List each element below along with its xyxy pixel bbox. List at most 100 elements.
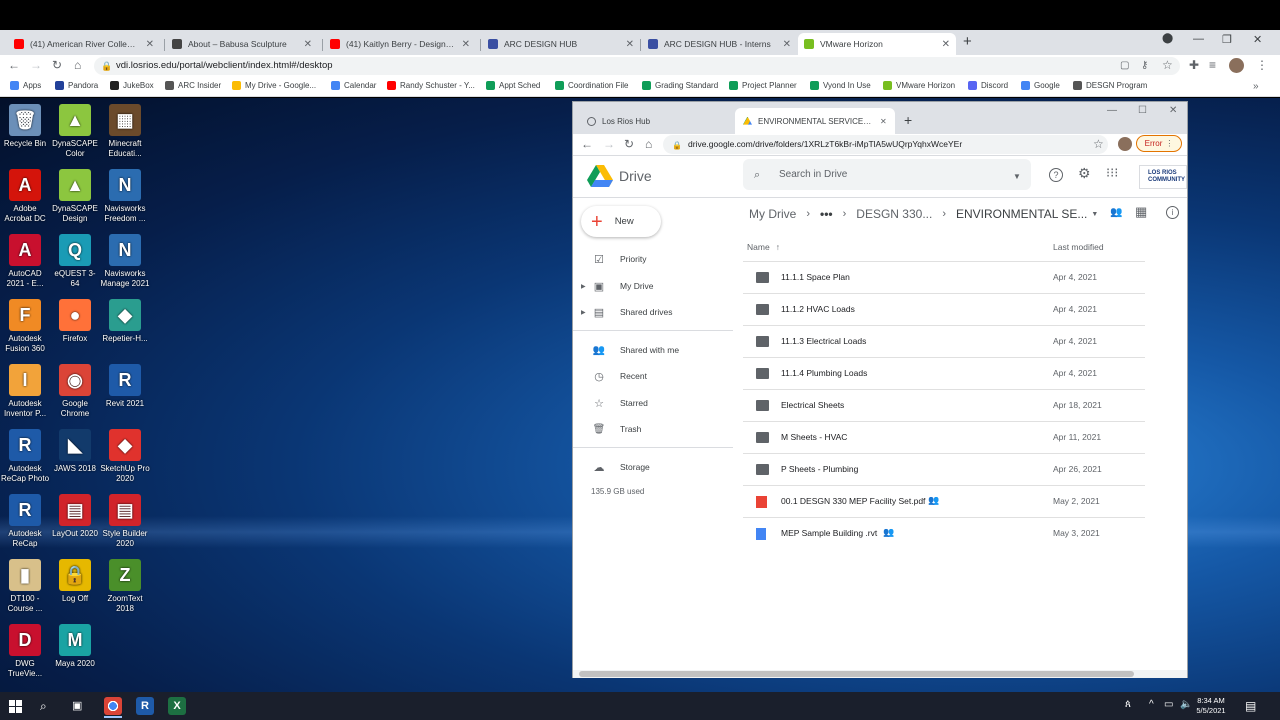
reload-icon[interactable]: ↻ (624, 138, 634, 150)
desktop-icon[interactable]: ▤ LayOut 2020 (50, 494, 100, 539)
tab-search-icon[interactable]: ⬤ (1162, 33, 1173, 44)
desktop-icon[interactable]: 🗑 Recycle Bin (0, 104, 50, 149)
desktop-icon[interactable]: R Autodesk ReCap Photo (0, 429, 50, 484)
desktop-icon[interactable]: N Navisworks Freedom ... (100, 169, 150, 224)
close-icon[interactable]: ✕ (783, 39, 791, 50)
expand-caret-icon[interactable]: ▶ (581, 309, 586, 316)
desktop-icon[interactable]: N Navisworks Manage 2021 (100, 234, 150, 289)
new-button[interactable]: + New (581, 206, 661, 237)
nav-storage[interactable]: ☁ Storage (573, 457, 733, 477)
settings-gear-icon[interactable]: ⚙ (1078, 166, 1091, 180)
desktop-icon[interactable]: ◉ Google Chrome (50, 364, 100, 419)
bookmark[interactable]: Calendar (331, 81, 376, 90)
bookmark[interactable]: Discord (968, 81, 1008, 90)
breadcrumb-current[interactable]: ENVIRONMENTAL SE... (956, 207, 1087, 221)
bookmark[interactable]: Vyond In Use (810, 81, 871, 90)
nav-my-drive[interactable]: ▶ ▣ My Drive (573, 276, 733, 296)
file-row[interactable]: P Sheets - Plumbing Apr 26, 2021 (743, 453, 1145, 485)
file-row[interactable]: 11.1.4 Plumbing Loads Apr 4, 2021 (743, 357, 1145, 389)
expand-caret-icon[interactable]: ▶ (581, 283, 586, 290)
outer-tab[interactable]: About – Babusa Sculpture ✕ (166, 33, 318, 55)
bookmark[interactable]: VMware Horizon (883, 81, 955, 90)
desktop-icon[interactable]: ▲ DynaSCAPE Design (50, 169, 100, 224)
forward-arrow-icon[interactable]: → (603, 138, 615, 150)
inner-tab[interactable]: Los Rios Hub (579, 108, 733, 134)
outer-tab[interactable]: (41) Kaitlyn Berry - Design Hub In ✕ (324, 33, 476, 55)
desktop-icon[interactable]: ▦ Minecraft Educati... (100, 104, 150, 159)
back-arrow-icon[interactable]: ← (8, 59, 20, 71)
close-window-icon[interactable]: ✕ (1169, 105, 1177, 116)
playlist-icon[interactable]: ≡ (1209, 59, 1216, 71)
bookmark[interactable]: Pandora (55, 81, 98, 90)
extensions-icon[interactable]: ✚ (1189, 59, 1199, 71)
avatar[interactable] (1118, 137, 1132, 151)
desktop-icon[interactable]: ▤ Style Builder 2020 (100, 494, 150, 549)
close-window-icon[interactable]: ✕ (1253, 33, 1262, 46)
close-icon[interactable]: ✕ (942, 39, 950, 50)
home-icon[interactable]: ⌂ (74, 59, 81, 71)
bookmark-apps[interactable]: Apps (10, 81, 41, 90)
maximize-icon[interactable]: ☐ (1138, 105, 1147, 116)
notifications-icon[interactable]: ▤ (1245, 699, 1256, 713)
sort-arrow-up-icon[interactable]: ↑ (776, 242, 780, 252)
close-icon[interactable]: ✕ (304, 39, 312, 50)
desktop-icon[interactable]: ▲ DynaSCAPE Color (50, 104, 100, 159)
bookmark[interactable]: Google (1021, 81, 1060, 90)
new-tab-plus-icon[interactable]: + (963, 33, 972, 50)
desktop-icon[interactable]: F Autodesk Fusion 360 (0, 299, 50, 354)
forward-arrow-icon[interactable]: → (30, 59, 42, 71)
apps-grid-icon[interactable]: ⁝⁝⁝ (1106, 166, 1118, 179)
search-icon[interactable]: ⌕ (40, 699, 47, 714)
nav-starred[interactable]: ☆ Starred (573, 393, 733, 413)
chrome-taskbar-icon[interactable] (104, 697, 122, 715)
people-icon[interactable]: ጰ (1125, 699, 1131, 710)
desktop-icon[interactable]: Z ZoomText 2018 (100, 559, 150, 614)
search-options-icon[interactable]: ▼ (1013, 171, 1021, 183)
desktop-icon[interactable]: QeQUEST 3-64 (50, 234, 100, 289)
org-logo[interactable]: LOS RIOS COMMUNITY (1139, 165, 1187, 189)
nav-trash[interactable]: 🗑 Trash (573, 419, 733, 439)
desktop-icon[interactable]: D DWG TrueVie... (0, 624, 50, 679)
revit-taskbar-icon[interactable]: R (136, 697, 154, 715)
chevron-up-icon[interactable]: ^ (1149, 699, 1154, 710)
close-icon[interactable]: ✕ (146, 39, 154, 50)
breadcrumb-my-drive[interactable]: My Drive (749, 207, 796, 221)
chevron-down-icon[interactable]: ▼ (1091, 211, 1098, 218)
close-icon[interactable]: ✕ (462, 39, 470, 50)
drive-brand[interactable]: Drive (619, 168, 652, 184)
star-icon[interactable]: ☆ (1162, 59, 1173, 71)
back-arrow-icon[interactable]: ← (581, 138, 593, 150)
help-icon[interactable]: ? (1049, 168, 1063, 182)
desktop-icon[interactable]: A AutoCAD 2021 - E... (0, 234, 50, 289)
breadcrumb-folder[interactable]: DESGN 330... (856, 207, 932, 221)
desktop-icon[interactable]: I Autodesk Inventor P... (0, 364, 50, 419)
desktop-icon[interactable]: ● Firefox (50, 299, 100, 344)
nav-shared-with-me[interactable]: 👥 Shared with me (573, 340, 733, 360)
home-icon[interactable]: ⌂ (645, 138, 652, 150)
outer-tab[interactable]: ARC DESIGN HUB ✕ (482, 33, 640, 55)
windows-start-icon[interactable] (9, 700, 22, 713)
bookmark[interactable]: Coordination File (555, 81, 628, 90)
bookmark[interactable]: Grading Standard (642, 81, 718, 90)
taskbar-clock[interactable]: 8:34 AM 5/5/2021 (1186, 696, 1236, 716)
minimize-icon[interactable]: — (1107, 105, 1117, 116)
google-drive-logo[interactable] (587, 165, 613, 187)
bookmark[interactable]: Appt Sched (486, 81, 540, 90)
desktop-icon[interactable]: 🔒 Log Off (50, 559, 100, 604)
info-icon[interactable]: i (1166, 206, 1179, 219)
desktop-icon[interactable]: M Maya 2020 (50, 624, 100, 669)
horizontal-scrollbar[interactable] (573, 670, 1187, 678)
outer-tab[interactable]: ARC DESIGN HUB - Interns ✕ (642, 33, 797, 55)
file-row[interactable]: 11.1.2 HVAC Loads Apr 4, 2021 (743, 293, 1145, 325)
outer-tab-active[interactable]: VMware Horizon ✕ (798, 33, 956, 55)
file-row[interactable]: 11.1.3 Electrical Loads Apr 4, 2021 (743, 325, 1145, 357)
page-icon[interactable]: ▢ (1120, 60, 1129, 72)
grid-view-icon[interactable]: ▦ (1135, 205, 1147, 218)
task-view-icon[interactable]: ▣ (72, 699, 82, 712)
error-button[interactable]: Error ⋮ (1136, 135, 1182, 152)
file-row[interactable]: M Sheets - HVAC Apr 11, 2021 (743, 421, 1145, 453)
desktop-icon[interactable]: A Adobe Acrobat DC (0, 169, 50, 224)
bookmark[interactable]: JukeBox (110, 81, 154, 90)
shared-folder-icon[interactable]: 👥 (1110, 207, 1122, 219)
close-icon[interactable]: ✕ (880, 117, 887, 126)
